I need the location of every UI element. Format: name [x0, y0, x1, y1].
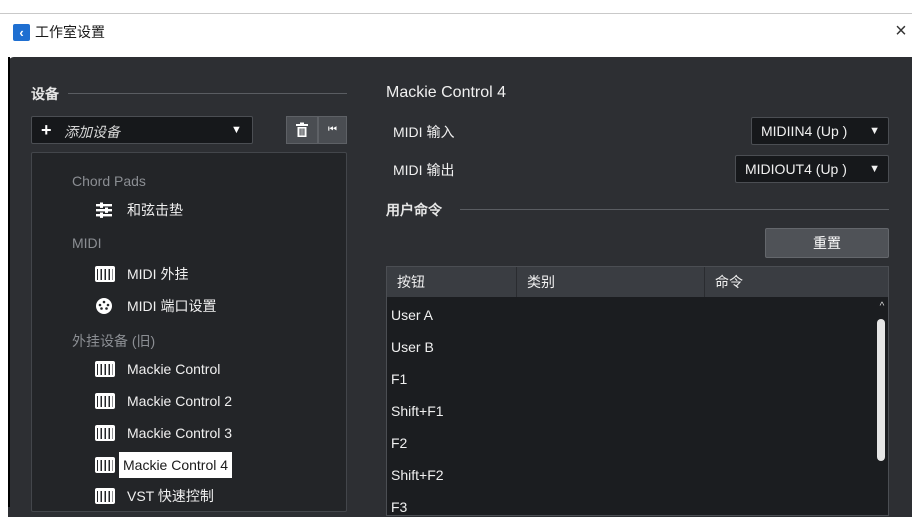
user-commands-label: 用户命令 — [386, 202, 442, 218]
midi-keyboard-icon — [95, 266, 115, 282]
table-row[interactable]: F2 — [387, 427, 875, 459]
chord-pads-icon — [96, 202, 112, 218]
close-button[interactable]: × — [890, 18, 912, 44]
tree-item-label: Mackie Control — [127, 361, 221, 377]
delete-device-button[interactable] — [286, 116, 318, 144]
skip-back-icon: ⏮ — [328, 124, 337, 135]
table-cell-button: User A — [391, 307, 434, 323]
midi-output-select[interactable]: MIDIOUT4 (Up ) ▼ — [735, 155, 889, 183]
app-logo-icon: ‹ — [13, 24, 30, 41]
table-cell-button: F3 — [391, 499, 408, 515]
panel-edge — [8, 57, 10, 507]
chevron-down-icon: ▼ — [231, 124, 242, 136]
tree-category-external-legacy: 外挂设备 (旧) — [72, 333, 156, 349]
title-bar — [0, 14, 912, 56]
column-header-button[interactable]: 按钮 — [387, 267, 517, 297]
midi-keyboard-icon — [95, 425, 115, 441]
table-row[interactable]: User A — [387, 299, 875, 331]
tree-item-label: Mackie Control 3 — [127, 425, 233, 441]
midi-input-value: MIDIIN4 (Up ) — [761, 123, 848, 139]
midi-keyboard-icon — [95, 457, 115, 473]
table-row[interactable]: F1 — [387, 363, 875, 395]
devices-section-label: 设备 — [31, 86, 59, 102]
table-cell-button: Shift+F2 — [391, 467, 444, 483]
reset-device-button[interactable]: ⏮ — [318, 116, 347, 144]
table-cell-button: Shift+F1 — [391, 403, 444, 419]
midi-keyboard-icon — [95, 488, 115, 504]
reset-button[interactable]: 重置 — [765, 228, 889, 258]
plus-icon: + — [41, 120, 52, 140]
scroll-up-icon[interactable]: ^ — [875, 301, 888, 312]
midi-keyboard-icon — [95, 361, 115, 377]
table-row[interactable]: Shift+F2 — [387, 459, 875, 491]
table-row[interactable]: User B — [387, 331, 875, 363]
table-cell-button: F2 — [391, 435, 408, 451]
chevron-down-icon: ▼ — [869, 125, 880, 137]
device-tree[interactable]: Chord Pads 和弦击垫 MIDI MIDI 外挂 MIDI 端口设置 外… — [31, 152, 347, 512]
tree-category-midi: MIDI — [72, 235, 102, 251]
scrollbar-thumb[interactable] — [877, 319, 885, 461]
chevron-down-icon: ▼ — [869, 163, 880, 175]
tree-item-label: MIDI 外挂 — [127, 266, 189, 282]
table-cell-button: F1 — [391, 371, 408, 387]
column-header-command[interactable]: 命令 — [705, 267, 888, 297]
midi-input-select[interactable]: MIDIIN4 (Up ) ▼ — [751, 117, 889, 145]
midi-keyboard-icon — [95, 393, 115, 409]
add-device-dropdown[interactable]: + 添加设备 ▼ — [31, 116, 253, 144]
table-row[interactable]: F3 — [387, 491, 875, 515]
midi-output-label: MIDI 输出 — [393, 162, 455, 178]
tree-item-label: MIDI 端口设置 — [127, 298, 217, 314]
midi-input-label: MIDI 输入 — [393, 124, 455, 140]
table-header: 按钮 类别 命令 — [387, 267, 888, 297]
tree-item-label: 和弦击垫 — [127, 202, 183, 218]
column-header-category[interactable]: 类别 — [517, 267, 705, 297]
midi-output-value: MIDIOUT4 (Up ) — [745, 161, 847, 177]
device-title: Mackie Control 4 — [386, 84, 507, 101]
midi-port-icon — [96, 298, 112, 314]
table-scrollbar[interactable]: ^ — [875, 297, 888, 515]
user-commands-table[interactable]: 按钮 类别 命令 User A User B F1 Shift+F1 F2 Sh… — [386, 266, 889, 516]
tree-item-label: VST 快速控制 — [127, 488, 214, 504]
tree-category-chord-pads: Chord Pads — [72, 173, 146, 189]
devices-section-rule — [68, 93, 347, 94]
user-commands-rule — [460, 209, 889, 210]
add-device-label: 添加设备 — [64, 124, 120, 140]
window-title: 工作室设置 — [35, 24, 105, 40]
table-cell-button: User B — [391, 339, 434, 355]
trash-icon — [296, 122, 308, 137]
tree-item-label: Mackie Control 2 — [127, 393, 233, 409]
tree-item-label-selected: Mackie Control 4 — [119, 452, 233, 478]
table-row[interactable]: Shift+F1 — [387, 395, 875, 427]
